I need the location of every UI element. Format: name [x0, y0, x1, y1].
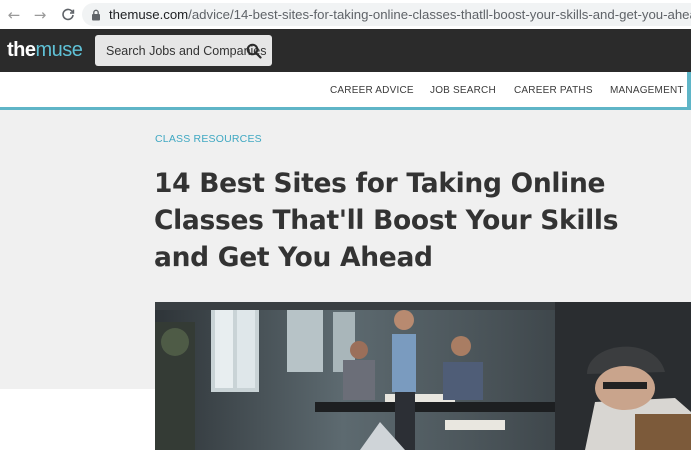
title-line-1: 14 Best Sites for Taking Online — [154, 168, 606, 199]
subnav-accent-edge — [687, 72, 691, 110]
url-text[interactable]: themuse.com/advice/14-best-sites-for-tak… — [109, 7, 691, 22]
site-header: themuse Search Jobs and Companies — [0, 29, 691, 72]
browser-toolbar: ← → themuse.com/advice/14-best-sites-for… — [0, 0, 691, 29]
nav-management[interactable]: MANAGEMENT — [610, 85, 684, 96]
back-arrow-icon[interactable]: ← — [4, 5, 24, 25]
themuse-logo[interactable]: themuse — [7, 38, 83, 62]
article-title: 14 Best Sites for Taking Online Classes … — [154, 165, 624, 276]
forward-arrow-icon[interactable]: → — [30, 5, 50, 25]
url-path: /advice/14-best-sites-for-taking-online-… — [188, 7, 691, 22]
nav-job-search[interactable]: JOB SEARCH — [430, 85, 496, 96]
address-bar[interactable]: themuse.com/advice/14-best-sites-for-tak… — [82, 3, 691, 26]
search-placeholder: Search Jobs and Companies — [106, 43, 267, 58]
url-domain: themuse.com — [109, 7, 189, 22]
article-hero-image — [155, 302, 691, 450]
sub-navigation: CAREER ADVICE JOB SEARCH CAREER PATHS MA… — [0, 72, 691, 110]
nav-career-paths[interactable]: CAREER PATHS — [514, 85, 593, 96]
lock-icon — [91, 9, 101, 21]
search-icon[interactable] — [246, 43, 262, 59]
title-line-3: and Get You Ahead — [154, 242, 433, 273]
nav-career-advice[interactable]: CAREER ADVICE — [330, 85, 414, 96]
article-category[interactable]: CLASS RESOURCES — [155, 133, 262, 145]
search-input[interactable]: Search Jobs and Companies — [95, 35, 272, 66]
reload-icon[interactable] — [58, 5, 78, 25]
title-line-2: Classes That'll Boost Your Skills — [154, 205, 619, 236]
